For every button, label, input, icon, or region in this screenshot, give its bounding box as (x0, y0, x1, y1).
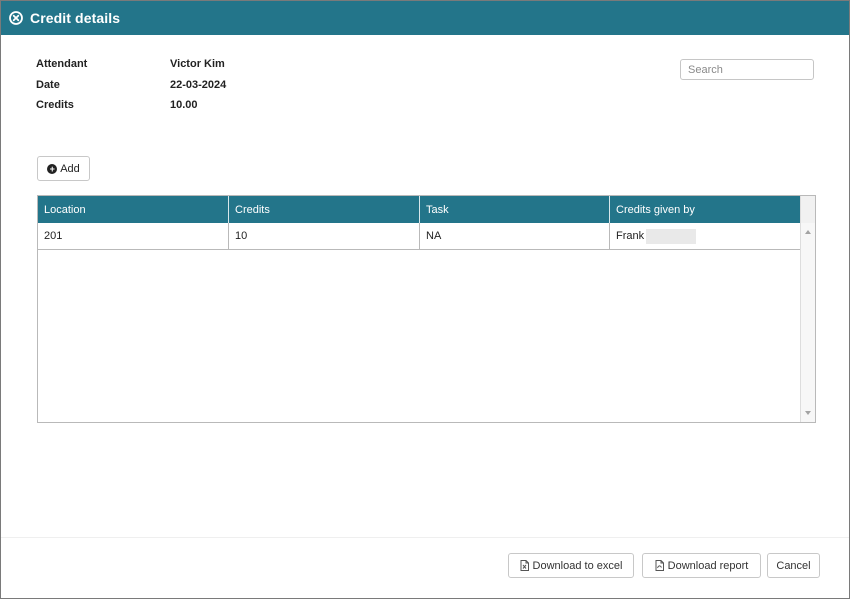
pdf-file-icon (655, 560, 664, 571)
credit-summary: Attendant Victor Kim Date 22-03-2024 Cre… (36, 58, 336, 120)
grid-header: Location Credits Task Credits given by (38, 196, 801, 223)
attendant-value: Victor Kim (170, 58, 225, 70)
download-report-label: Download report (667, 559, 749, 572)
credits-grid: Location Credits Task Credits given by 2… (37, 195, 816, 423)
column-header-task[interactable]: Task (420, 196, 610, 223)
download-to-excel-label: Download to excel (532, 559, 623, 572)
credits-label: Credits (36, 99, 74, 111)
redacted-name-block (646, 228, 697, 244)
credits-given-by-name: Frank (616, 230, 645, 242)
grid-scroll-corner (800, 196, 815, 223)
footer-divider (1, 537, 849, 538)
column-header-credits[interactable]: Credits (229, 196, 420, 223)
add-button-label: Add (60, 162, 80, 175)
date-row: Date 22-03-2024 (36, 79, 336, 100)
download-to-excel-button[interactable]: Download to excel (508, 553, 634, 578)
download-report-button[interactable]: Download report (642, 553, 761, 578)
excel-file-icon (520, 560, 529, 571)
credits-row: Credits 10.00 (36, 99, 336, 120)
close-circle-icon[interactable] (9, 11, 23, 25)
search-input[interactable] (680, 59, 814, 80)
credits-value: 10.00 (170, 99, 198, 111)
cancel-button[interactable]: Cancel (767, 553, 820, 578)
attendant-label: Attendant (36, 58, 88, 70)
dialog-titlebar: Credit details (1, 1, 849, 35)
attendant-row: Attendant Victor Kim (36, 58, 336, 79)
credit-details-dialog: Credit details Attendant Victor Kim Date… (0, 0, 850, 599)
task-cell[interactable]: NA (420, 223, 610, 249)
cancel-button-label: Cancel (776, 559, 811, 572)
column-header-location[interactable]: Location (38, 196, 229, 223)
date-value: 22-03-2024 (170, 78, 227, 91)
scroll-down-arrow-icon[interactable] (805, 411, 811, 415)
scroll-up-arrow-icon[interactable] (805, 230, 811, 234)
plus-circle-icon: + (47, 163, 58, 174)
date-label: Date (36, 78, 60, 91)
credits-given-by-cell[interactable]: Frank (610, 223, 801, 249)
location-cell[interactable]: 201 (38, 223, 229, 249)
grid-vertical-scrollbar[interactable] (800, 223, 815, 422)
dialog-title: Credit details (30, 10, 121, 26)
credits-cell[interactable]: 10 (229, 223, 420, 249)
column-header-credits-given-by[interactable]: Credits given by (610, 196, 801, 223)
add-button[interactable]: + Add (37, 156, 90, 181)
table-row[interactable]: 201 10 NA Frank (38, 223, 801, 250)
